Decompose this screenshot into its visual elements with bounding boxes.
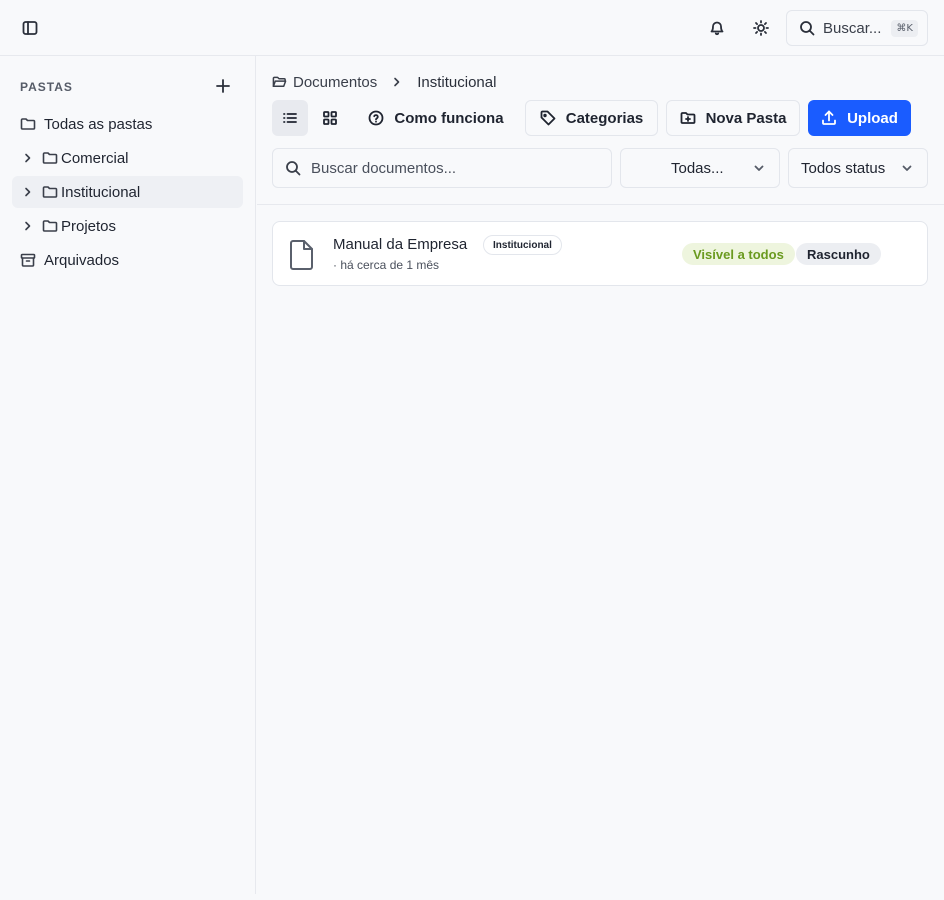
- new-folder-label: Nova Pasta: [705, 109, 787, 127]
- grid-icon: [323, 111, 337, 125]
- global-search-button[interactable]: Buscar... ⌘K: [786, 10, 928, 46]
- global-search-label: Buscar...: [823, 19, 882, 37]
- add-folder-button[interactable]: [212, 75, 234, 97]
- category-select-value: Todas...: [671, 159, 724, 177]
- sun-icon: [753, 20, 769, 36]
- folder-icon: [42, 220, 58, 232]
- top-bar: Buscar... ⌘K: [0, 0, 944, 56]
- status-select[interactable]: Todos status: [788, 148, 928, 188]
- content-divider: [257, 204, 944, 205]
- breadcrumb-current: Institucional: [417, 73, 497, 91]
- list-icon: [283, 113, 297, 123]
- search-icon: [800, 21, 815, 36]
- folder-icon: [42, 186, 58, 198]
- chevron-down-icon: [754, 165, 764, 171]
- sidebar-item-label: Institucional: [61, 183, 141, 201]
- status-select-value: Todos status: [801, 159, 886, 177]
- sidebar-toggle-button[interactable]: [14, 12, 46, 44]
- document-row[interactable]: Manual da Empresa Institucional · há cer…: [272, 221, 928, 286]
- folder-open-icon: [272, 76, 287, 87]
- document-search-input[interactable]: [311, 159, 591, 177]
- chevron-right-icon: [394, 77, 400, 87]
- sidebar-item-institucional[interactable]: Institucional: [12, 176, 243, 208]
- search-icon: [286, 161, 301, 176]
- sidebar-item-label: Comercial: [61, 149, 129, 167]
- document-meta: · há cerca de 1 mês: [333, 258, 440, 272]
- search-shortcut: ⌘K: [891, 19, 918, 37]
- sidebar-item-label: Arquivados: [44, 251, 120, 269]
- sidebar-item-label: Projetos: [61, 217, 117, 235]
- theme-toggle-button[interactable]: [745, 12, 777, 44]
- sidebar-heading: PASTAS: [20, 80, 73, 94]
- folder-icon: [42, 152, 58, 164]
- status-badge: Rascunho: [796, 243, 881, 265]
- tag-icon: [540, 110, 556, 126]
- sidebar-item-comercial[interactable]: Comercial: [12, 142, 243, 174]
- upload-label: Upload: [847, 109, 898, 127]
- sidebar-toggle-icon: [22, 21, 38, 35]
- chevron-right-icon[interactable]: [22, 186, 34, 198]
- category-select[interactable]: Todas...: [620, 148, 780, 188]
- chevron-down-icon: [902, 165, 912, 171]
- upload-button[interactable]: Upload: [808, 100, 911, 136]
- sidebar-item-all-folders[interactable]: Todas as pastas: [12, 108, 243, 140]
- sidebar-item-projetos[interactable]: Projetos: [12, 210, 243, 242]
- document-category-badge: Institucional: [483, 235, 562, 255]
- plus-icon: [216, 79, 230, 93]
- upload-icon: [822, 110, 836, 125]
- categories-label: Categorias: [565, 109, 644, 127]
- how-it-works-label: Como funciona: [394, 109, 504, 127]
- breadcrumb-root[interactable]: Documentos: [293, 74, 377, 91]
- visibility-badge: Visível a todos: [682, 243, 795, 265]
- file-icon: [287, 239, 317, 271]
- bell-icon: [710, 21, 724, 36]
- breadcrumb: Documentos Institucional: [272, 72, 496, 92]
- chevron-right-icon[interactable]: [22, 220, 34, 232]
- archive-icon: [20, 253, 36, 267]
- list-view-button[interactable]: [272, 100, 308, 136]
- categories-button[interactable]: Categorias: [525, 100, 658, 136]
- document-search-field: [272, 148, 612, 188]
- sidebar-item-arquivados[interactable]: Arquivados: [12, 244, 243, 276]
- grid-view-button[interactable]: [312, 100, 348, 136]
- folder-icon: [20, 118, 36, 130]
- help-circle-icon: [369, 110, 384, 126]
- new-folder-button[interactable]: Nova Pasta: [666, 100, 800, 136]
- how-it-works-button[interactable]: Como funciona: [356, 100, 516, 136]
- notifications-button[interactable]: [701, 12, 733, 44]
- document-name[interactable]: Manual da Empresa: [333, 236, 467, 253]
- sidebar-item-label: Todas as pastas: [44, 115, 153, 133]
- chevron-right-icon[interactable]: [22, 152, 34, 164]
- folder-plus-icon: [680, 112, 695, 124]
